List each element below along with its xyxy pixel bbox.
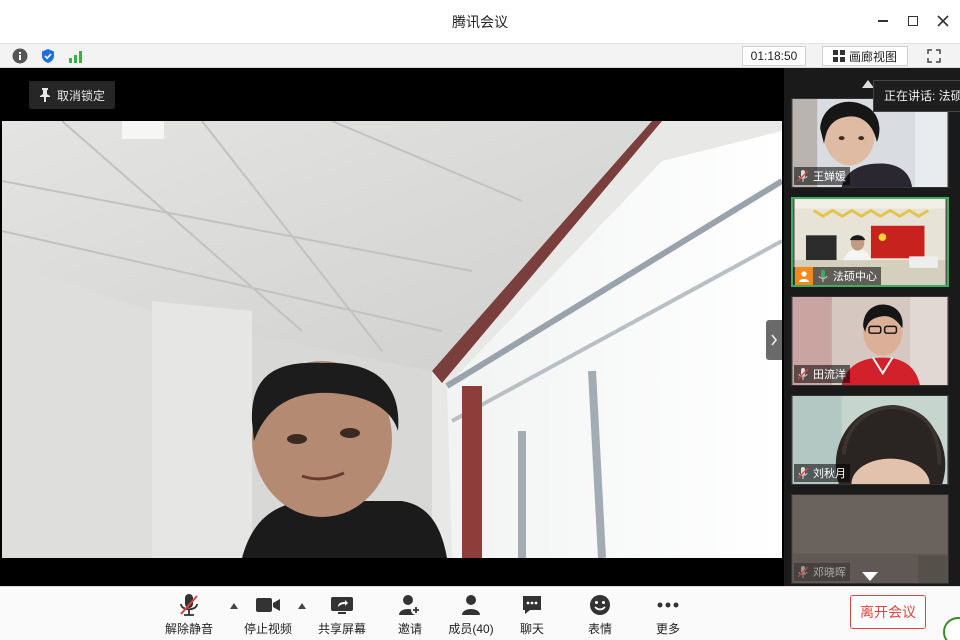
unmute-label: 解除静音 <box>164 622 213 636</box>
pin-icon <box>40 88 50 102</box>
gallery-view-label: 画廊视图 <box>848 49 897 64</box>
participant-label: 田流洋 <box>794 365 850 383</box>
meeting-window: 腾讯会议 01:18:50 画廊视图 取消锁定 王婵媛 法硕中心 田流洋 刘秋月… <box>0 0 960 640</box>
window-title: 腾讯会议 <box>452 14 508 30</box>
add-user-icon <box>399 595 421 615</box>
mic-active-icon <box>818 270 828 282</box>
participant-tile-active[interactable]: 法硕中心 <box>791 197 949 287</box>
participant-name: 法硕中心 <box>833 271 877 283</box>
camera-icon <box>256 598 280 612</box>
title-bar: 腾讯会议 <box>0 0 960 43</box>
members-label: 成员(40) <box>448 622 494 636</box>
mic-muted-icon <box>180 594 198 616</box>
chat-icon <box>523 596 541 614</box>
share-screen-button[interactable]: 共享屏幕 <box>312 593 372 637</box>
fullscreen-icon[interactable] <box>926 48 942 64</box>
participant-name: 刘秋月 <box>813 468 846 480</box>
signal-icon[interactable] <box>68 48 84 64</box>
participant-tile[interactable]: 刘秋月 <box>791 395 949 485</box>
participant-name: 田流洋 <box>813 369 846 381</box>
main-video-area: 取消锁定 <box>0 68 784 586</box>
speaker-video-frame <box>2 121 782 558</box>
chevron-right-icon <box>771 334 778 346</box>
maximize-icon <box>908 16 918 26</box>
active-speaker-video[interactable] <box>2 121 782 558</box>
collapse-side-panel-button[interactable] <box>766 320 782 360</box>
reactions-label: 表情 <box>587 622 612 636</box>
leave-meeting-button[interactable]: 离开会议 <box>850 595 926 629</box>
mic-muted-icon <box>797 170 809 182</box>
chat-label: 聊天 <box>519 622 544 636</box>
mic-muted-icon <box>797 566 809 578</box>
host-icon <box>795 267 813 285</box>
participant-label: 王婵媛 <box>794 167 850 185</box>
more-button[interactable]: 更多 <box>638 593 698 637</box>
minimize-icon <box>878 20 888 22</box>
participant-tile[interactable]: 田流洋 <box>791 296 949 386</box>
scroll-down-icon[interactable] <box>862 572 878 581</box>
mic-muted-icon <box>797 368 809 380</box>
mic-muted-icon <box>797 467 809 479</box>
participant-tile[interactable]: 邓晓晖 <box>791 494 949 584</box>
close-icon <box>937 15 949 27</box>
reactions-button[interactable]: 表情 <box>570 593 630 637</box>
grid-icon <box>832 50 845 62</box>
maximize-button[interactable] <box>903 11 923 31</box>
video-options-caret-icon[interactable] <box>298 603 306 609</box>
invite-button[interactable]: 邀请 <box>380 593 440 637</box>
more-label: 更多 <box>655 622 680 636</box>
participant-label: 法硕中心 <box>793 267 881 285</box>
participant-name: 邓晓晖 <box>813 567 846 579</box>
unmute-button[interactable]: 解除静音 <box>159 593 219 637</box>
participant-label: 刘秋月 <box>794 464 850 482</box>
participant-label: 邓晓晖 <box>794 563 850 581</box>
stop-video-label: 停止视频 <box>243 622 292 636</box>
meeting-toolbar: 解除静音 停止视频 共享屏幕 邀请 成员(40) 聊天 表情 更多 离开会议 <box>0 586 960 640</box>
shield-icon[interactable] <box>40 48 56 64</box>
gallery-view-button[interactable]: 画廊视图 <box>822 46 908 66</box>
info-icon[interactable] <box>12 48 28 64</box>
emoji-icon <box>590 595 610 615</box>
share-screen-label: 共享屏幕 <box>317 622 366 636</box>
meeting-timer: 01:18:50 <box>742 46 806 66</box>
chat-button[interactable]: 聊天 <box>502 593 562 637</box>
members-icon <box>462 595 480 615</box>
participant-panel: 王婵媛 法硕中心 田流洋 刘秋月 邓晓晖 正在讲话: 法硕 <box>784 68 960 586</box>
speaking-indicator: 正在讲话: 法硕 <box>873 80 960 112</box>
close-button[interactable] <box>933 11 953 31</box>
members-button[interactable]: 成员(40) <box>441 593 501 637</box>
invite-label: 邀请 <box>397 622 422 636</box>
stop-video-button[interactable]: 停止视频 <box>238 593 298 637</box>
share-screen-icon <box>331 597 353 614</box>
decorative-corner-icon <box>943 617 960 640</box>
participant-name: 王婵媛 <box>813 171 846 183</box>
unpin-label: 取消锁定 <box>57 88 106 103</box>
info-bar: 01:18:50 画廊视图 <box>0 43 960 68</box>
unpin-button[interactable]: 取消锁定 <box>29 81 115 109</box>
more-dots-icon <box>657 602 679 608</box>
audio-options-caret-icon[interactable] <box>230 603 238 609</box>
minimize-button[interactable] <box>873 11 893 31</box>
